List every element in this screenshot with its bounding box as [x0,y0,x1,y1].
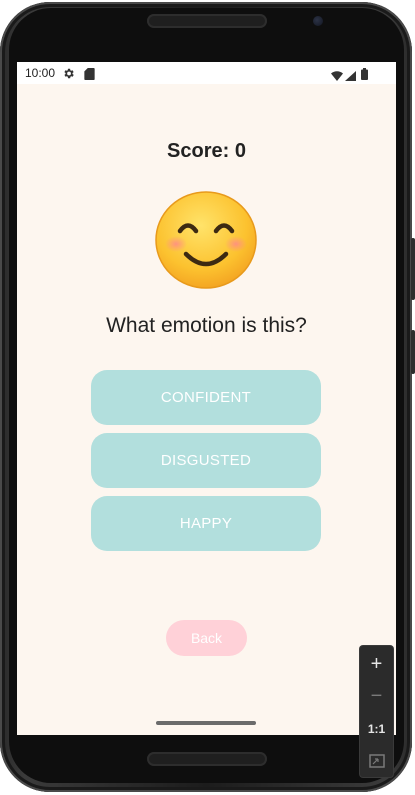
fit-screen-icon[interactable] [360,745,393,777]
answer-button-happy[interactable]: HAPPY [91,496,321,551]
app-screen: 10:00 Score: 0 What emotion is this? CON… [17,62,396,735]
power-button[interactable] [411,238,415,300]
score-label: Score: 0 [167,140,246,162]
wifi-icon [331,68,343,86]
zoom-out-icon[interactable]: − [360,680,393,712]
emulator-zoom-toolbar: + − 1:1 [360,646,393,777]
front-camera [313,16,323,26]
question-text: What emotion is this? [106,314,307,337]
earpiece-speaker [147,14,267,28]
emulator-device: 10:00 Score: 0 What emotion is this? CON… [0,0,415,795]
status-bar: 10:00 [17,62,396,84]
battery-icon [361,67,368,85]
answer-button-confident[interactable]: CONFIDENT [91,370,321,425]
smiling-face-emoji-icon [154,190,258,290]
answer-button-disgusted[interactable]: DISGUSTED [91,433,321,488]
status-time: 10:00 [25,66,56,80]
cellular-signal-icon [345,68,356,86]
back-button[interactable]: Back [166,620,247,656]
volume-button[interactable] [411,330,415,374]
home-indicator[interactable] [156,721,256,725]
zoom-in-icon[interactable]: + [360,648,393,680]
actual-size-button[interactable]: 1:1 [360,713,393,745]
settings-gear-icon [62,67,75,85]
sd-card-icon [84,67,95,85]
bottom-speaker [147,752,267,766]
